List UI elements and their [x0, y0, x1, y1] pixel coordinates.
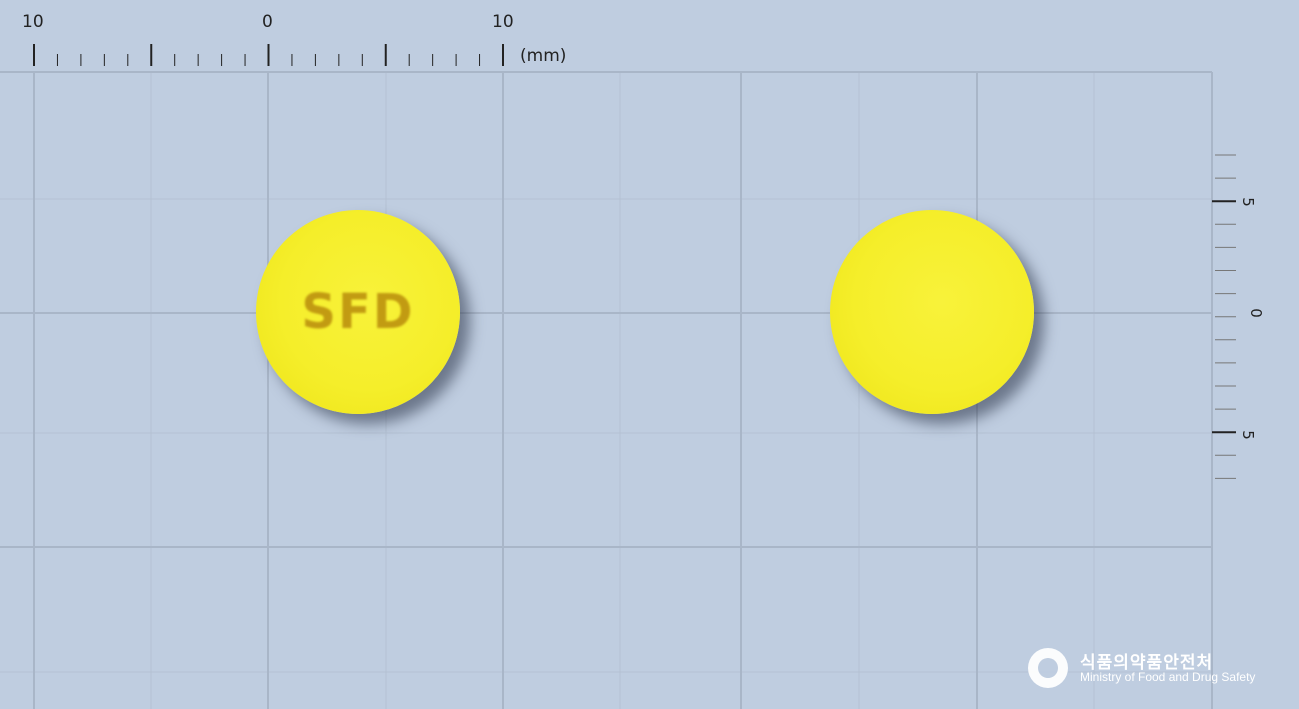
top-ruler-unit: (mm) — [520, 46, 567, 66]
right-ruler-label-bottom-5: 5 — [1238, 430, 1257, 440]
logo-english-text: Ministry of Food and Drug Safety — [1080, 670, 1256, 684]
pill-imprint: SFD — [301, 284, 415, 340]
top-ruler-label-right-10: 10 — [492, 12, 514, 32]
right-ruler-label-top-5: 5 — [1238, 197, 1257, 207]
top-ruler-label-left-10: 10 — [22, 12, 44, 32]
ministry-emblem-icon — [1028, 648, 1068, 688]
pill-front: SFD — [256, 210, 460, 414]
pill-back — [830, 210, 1034, 414]
pill-photo-stage: 10 0 10 (mm) 5 0 5 SFD 식품의약품안전처 Ministry… — [0, 0, 1299, 709]
background-grid — [0, 44, 1236, 709]
top-ruler-label-0: 0 — [262, 12, 273, 32]
ministry-logo: 식품의약품안전처 Ministry of Food and Drug Safet… — [1028, 646, 1268, 690]
right-ruler-label-0: 0 — [1246, 308, 1265, 318]
